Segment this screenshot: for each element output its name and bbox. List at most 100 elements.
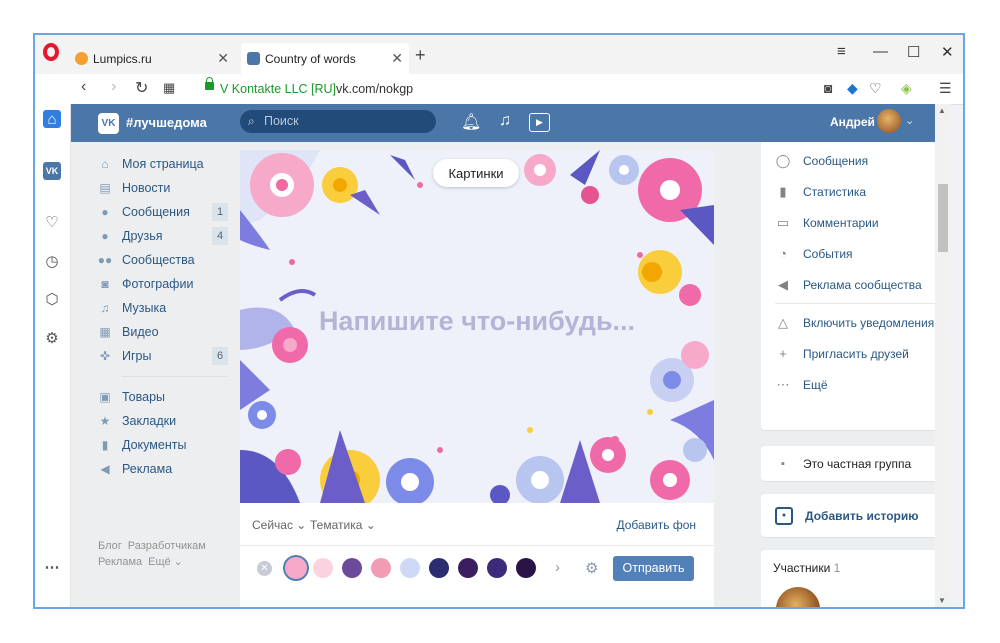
favicon-icon [75,52,88,65]
more-icon[interactable]: ⋯ [43,558,61,576]
menu-item-groups[interactable]: ●● Сообщества [98,248,228,272]
cube-icon[interactable]: ⬡ [43,290,61,308]
back-icon[interactable]: ‹ [81,78,86,96]
url-input[interactable]: vk.com/nokgp [336,82,413,96]
header-hashtag[interactable]: #лучшедома [126,115,207,130]
chevron-right-icon[interactable]: › [555,559,560,576]
member-avatar[interactable] [776,587,820,607]
tab-country-of-words[interactable]: Country of words ✕ [241,43,409,74]
speed-dial-icon[interactable]: ▦ [163,80,175,96]
action-invite-friends[interactable]: + Пригласить друзей [761,338,951,369]
music-icon[interactable]: ♫ [499,112,511,130]
message-icon: ● [101,205,109,219]
extension-icon[interactable]: ◈ [901,80,912,97]
bg-swatch[interactable] [400,558,420,578]
menu-item-bookmarks[interactable]: ★ Закладки [98,409,228,433]
menu-item-music[interactable]: ♫ Музыка [98,296,228,320]
clear-background-icon[interactable]: ✕ [257,561,272,576]
menu-item-photos[interactable]: ◙ Фотографии [98,272,228,296]
scrollbar-thumb[interactable] [938,184,948,252]
bg-swatch[interactable] [313,558,333,578]
shield-icon[interactable]: ◆ [847,80,858,97]
menu-item-ads[interactable]: ◀ Реклама [98,457,228,481]
heart-icon[interactable]: ♡ [869,80,882,97]
forward-icon[interactable]: › [111,78,116,96]
bg-swatch[interactable] [371,558,391,578]
time-dropdown[interactable]: Сейчас ⌄ [252,518,306,532]
menu-item-games[interactable]: ✜ Игры 6 [98,344,228,368]
reload-icon[interactable]: ↻ [135,78,148,98]
camera-icon[interactable]: ◙ [824,80,832,96]
menu-item-goods[interactable]: ▣ Товары [98,385,228,409]
minimize-button[interactable]: — [873,43,888,60]
play-icon[interactable]: ▶ [529,113,550,132]
vk-logo-icon[interactable]: VK [98,113,119,134]
members-title[interactable]: Участники 1 [773,561,840,575]
news-icon: ▤ [99,181,111,195]
scroll-up-icon[interactable]: ▲ [938,106,946,115]
private-group-label: Это частная группа [803,456,912,471]
gallery-button[interactable]: Картинки [433,159,519,187]
action-notifications[interactable]: △ Включить уведомления [761,307,951,338]
more-icon: ⋯ [776,376,790,392]
maximize-button[interactable]: ☐ [907,43,920,61]
heart-icon[interactable]: ♡ [43,213,61,231]
add-story-button[interactable]: ● Добавить историю [761,494,951,537]
action-more[interactable]: ⋯ Ещё [761,369,951,400]
vk-icon[interactable]: VK [43,162,61,180]
menu-item-messages[interactable]: ● Сообщения 1 [98,200,228,224]
bg-swatch[interactable] [429,558,449,578]
gear-icon[interactable]: ⚙ [43,329,61,347]
footer-link-blog[interactable]: Блог [98,540,122,552]
settings-menu-icon[interactable]: ☰ [939,80,952,97]
security-label[interactable]: V Kontakte LLC [RU] [220,82,336,96]
add-background-link[interactable]: Добавить фон [616,518,696,532]
footer-link-developers[interactable]: Разработчикам [128,540,206,552]
close-window-button[interactable]: ✕ [941,43,954,61]
bg-swatch[interactable] [487,558,507,578]
action-comments[interactable]: ▭ Комментарии [761,207,951,238]
close-tab-icon[interactable]: ✕ [391,50,403,67]
home-icon: ⌂ [101,157,109,171]
action-label: Сообщения [803,153,869,168]
bg-swatch[interactable] [342,558,362,578]
camera-icon: ◙ [101,277,109,291]
send-button[interactable]: Отправить [613,556,694,581]
bg-swatch-selected[interactable] [283,555,309,581]
chevron-down-icon[interactable]: ⌄ [905,114,914,127]
action-community-ads[interactable]: ◀ Реклама сообщества [761,269,951,300]
close-tab-icon[interactable]: ✕ [217,50,229,67]
menu-item-my-page[interactable]: ⌂ Моя страница [98,152,228,176]
poster-background[interactable]: Картинки Напишите что-нибудь... [240,150,714,503]
action-events[interactable]: ◔ События [761,238,951,269]
bell-icon[interactable]: 🔔︎ [461,112,481,132]
add-story-card[interactable]: ● Добавить историю [761,494,951,537]
opera-logo-icon[interactable] [43,43,59,61]
scrollbar[interactable]: ▲ ▼ [935,104,951,607]
footer-link-more[interactable]: Ещё ⌄ [148,556,183,568]
home-icon[interactable]: ⌂ [43,110,61,128]
scroll-down-icon[interactable]: ▼ [938,596,946,605]
footer-link-ads[interactable]: Реклама [98,556,142,568]
gear-icon[interactable]: ⚙ [585,559,598,577]
bg-swatch[interactable] [516,558,536,578]
search-input[interactable]: ⌕ Поиск [240,110,436,133]
action-statistics[interactable]: ▮ Статистика [761,176,951,207]
new-tab-button[interactable]: + [415,45,426,66]
action-messages[interactable]: ◯ Сообщения [761,145,951,176]
menu-item-friends[interactable]: ● Друзья 4 [98,224,228,248]
menu-item-video[interactable]: ▦ Видео [98,320,228,344]
history-icon[interactable]: ◷ [43,252,61,270]
menu-item-news[interactable]: ▤ Новости [98,176,228,200]
topic-dropdown[interactable]: Тематика ⌄ [310,518,376,532]
tab-lumpics[interactable]: Lumpics.ru ✕ [69,43,235,74]
post-text-placeholder[interactable]: Напишите что-нибудь... [240,306,714,337]
background-picker: ✕ › ⚙ Отправить [240,546,714,594]
megaphone-icon: ◀ [100,462,110,476]
user-name[interactable]: Андрей [830,115,875,129]
tab-menu-icon[interactable]: ≡ [837,43,846,60]
bg-swatch[interactable] [458,558,478,578]
avatar[interactable] [877,109,901,133]
megaphone-icon: ◀ [778,276,788,292]
menu-item-documents[interactable]: ▮ Документы [98,433,228,457]
